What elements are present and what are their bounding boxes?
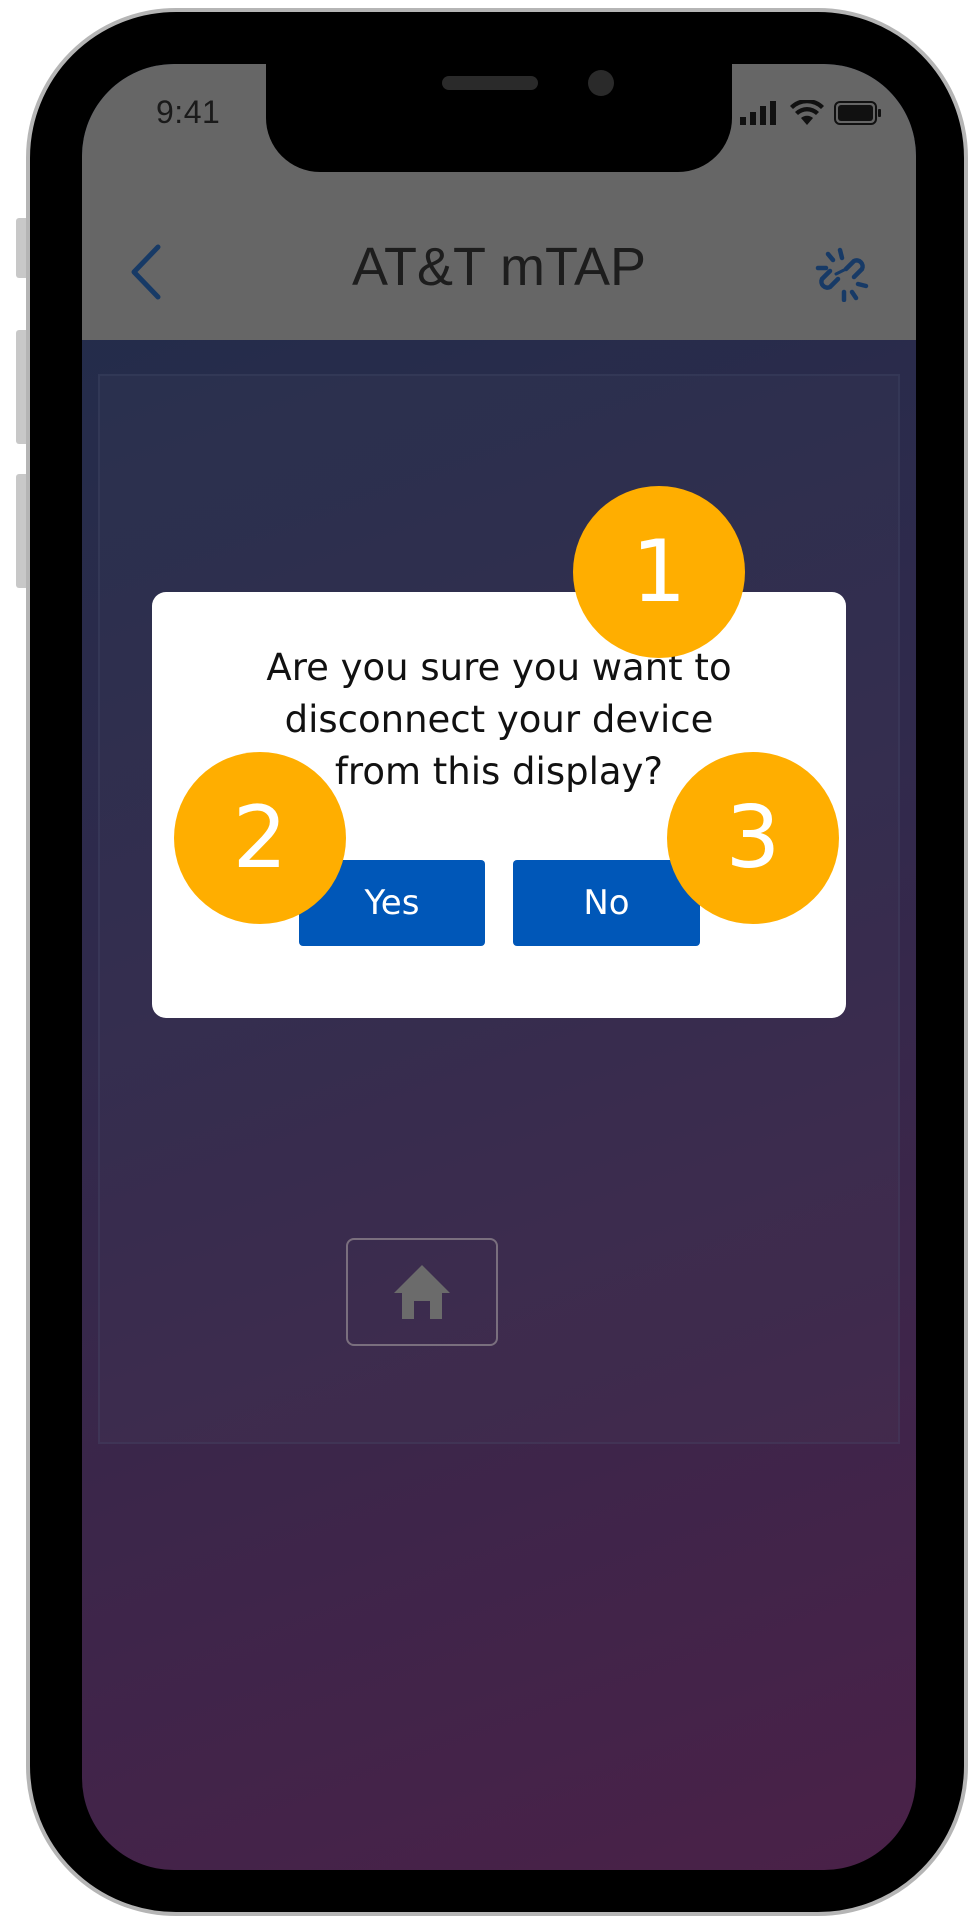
callout-marker-2: 2 — [174, 752, 346, 924]
wifi-icon — [790, 100, 824, 125]
page-title: AT&T mTAP — [351, 237, 647, 297]
cellular-signal-icon — [740, 101, 776, 125]
front-camera — [588, 70, 614, 96]
volume-down-button — [16, 474, 26, 588]
no-button[interactable]: No — [513, 860, 700, 946]
unlink-icon — [815, 247, 869, 302]
speaker — [442, 76, 538, 90]
home-button[interactable] — [346, 1238, 498, 1346]
silent-switch — [16, 218, 26, 278]
disconnect-button[interactable] — [802, 234, 882, 314]
callout-marker-3: 3 — [667, 752, 839, 924]
volume-up-button — [16, 330, 26, 444]
callout-marker-1: 1 — [573, 486, 745, 658]
home-icon — [394, 1265, 450, 1319]
status-icons — [740, 98, 882, 128]
status-time: 9:41 — [156, 94, 221, 130]
battery-icon — [834, 101, 881, 125]
